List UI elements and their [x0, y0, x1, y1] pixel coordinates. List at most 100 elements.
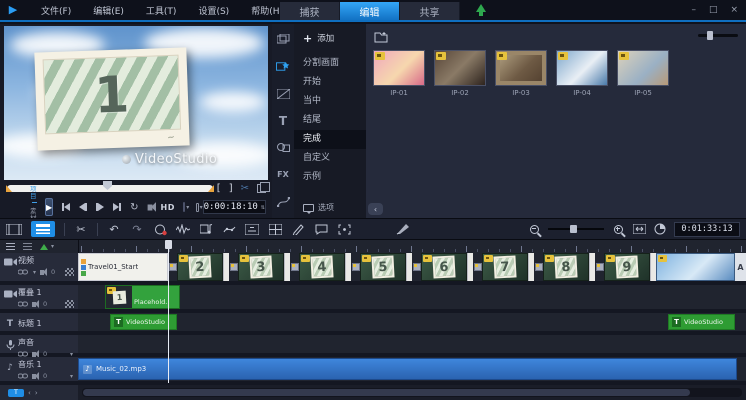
clip-title-2[interactable]: T VideoStudio — [668, 314, 735, 330]
transition-icon[interactable] — [534, 253, 543, 281]
track-transparency-button[interactable] — [396, 221, 410, 237]
clip-title-1[interactable]: T VideoStudio — [110, 314, 177, 330]
import-folder-icon[interactable] — [374, 28, 389, 47]
horizontal-scrollbar[interactable] — [82, 388, 742, 397]
clip-number-6[interactable]: 6 — [421, 253, 467, 281]
transition-icon[interactable] — [412, 253, 421, 281]
music-track[interactable]: ♪ Music_02.mp3 — [78, 357, 746, 383]
upgrade-arrow-icon[interactable] — [476, 4, 486, 12]
painting-creator-button[interactable] — [291, 221, 305, 237]
hd-preview-badge[interactable]: HD — [161, 203, 175, 212]
category-complete[interactable]: 完成 — [294, 130, 366, 149]
transition-icon[interactable] — [473, 253, 482, 281]
track-header-music[interactable]: ♪ 音乐 1 0 ▾ — [0, 357, 78, 383]
clip-music[interactable]: ♪ Music_02.mp3 — [78, 358, 737, 380]
transition-icon[interactable] — [168, 253, 177, 281]
next-frame-button[interactable] — [96, 203, 104, 211]
speech-to-text-button[interactable] — [314, 221, 328, 237]
template-thumbnail[interactable] — [556, 50, 608, 86]
category-ending[interactable]: 结尾 — [294, 111, 366, 130]
template-item[interactable]: IP-01 — [372, 50, 426, 97]
timeline-view-button[interactable] — [31, 221, 55, 237]
track-header-video[interactable]: 视频 ▾ 0 — [0, 253, 78, 283]
motion-tracking-button[interactable] — [222, 221, 236, 237]
prev-frame-button[interactable] — [79, 203, 87, 211]
transparency-icon[interactable] — [65, 268, 74, 276]
split-screen-creator-button[interactable] — [268, 221, 282, 237]
zoom-in-icon[interactable] — [611, 221, 625, 237]
menu-edit[interactable]: 编辑(E) — [84, 2, 133, 19]
thumbnail-size-slider[interactable] — [698, 34, 738, 37]
clip-number-9[interactable]: 9 — [604, 253, 650, 281]
collapse-panel-button[interactable]: ‹ — [368, 203, 383, 215]
storyboard-view-button[interactable] — [6, 221, 22, 237]
instant-project-icon[interactable] — [276, 59, 291, 74]
title-track[interactable]: T VideoStudio T VideoStudio — [78, 313, 746, 333]
scrollbar-thumb[interactable] — [83, 389, 690, 396]
track-volume-icon[interactable] — [32, 374, 36, 379]
template-thumbnail[interactable] — [495, 50, 547, 86]
clip-number-8[interactable]: 8 — [543, 253, 589, 281]
link-icon[interactable] — [18, 301, 28, 307]
go-start-button[interactable] — [62, 203, 70, 211]
subtitle-editor-button[interactable] — [245, 221, 259, 237]
timeline-zoom-slider[interactable] — [548, 228, 604, 230]
display-mode-select[interactable] — [196, 203, 198, 212]
tab-edit[interactable]: 编辑 — [340, 2, 400, 20]
transition-icon[interactable] — [595, 253, 604, 281]
sound-mixer-button[interactable] — [176, 221, 190, 237]
trim-tools-button[interactable]: ✂ — [74, 221, 88, 237]
category-custom[interactable]: 自定义 — [294, 149, 366, 168]
menu-tools[interactable]: 工具(T) — [137, 2, 186, 19]
add-folder-button[interactable]: + 添加 — [294, 24, 366, 44]
slider-knob[interactable] — [707, 31, 713, 40]
volume-button[interactable] — [148, 205, 152, 210]
template-item[interactable]: IP-02 — [433, 50, 487, 97]
template-thumbnail[interactable] — [434, 50, 486, 86]
template-item[interactable]: IP-03 — [494, 50, 548, 97]
repeat-button[interactable]: ↻ — [130, 202, 138, 213]
mark-out-button[interactable]: ] — [229, 183, 233, 194]
tab-capture[interactable]: 捕获 — [280, 2, 340, 20]
scrub-thumb[interactable] — [103, 181, 112, 190]
add-track-button[interactable]: ▾ — [40, 243, 54, 250]
link-icon[interactable] — [18, 373, 28, 379]
category-beginning[interactable]: 开始 — [294, 73, 366, 92]
auto-music-button[interactable] — [199, 221, 213, 237]
fit-project-icon[interactable] — [632, 221, 646, 237]
clip-end-cap[interactable]: A — [735, 253, 746, 281]
slider-knob[interactable] — [570, 225, 577, 233]
menu-settings[interactable]: 设置(S) — [189, 2, 238, 19]
track-volume-icon[interactable] — [32, 352, 36, 357]
transition-icon[interactable] — [351, 253, 360, 281]
clip-number-5[interactable]: 5 — [360, 253, 406, 281]
clip-travel-start[interactable]: Travel01_Start — [78, 253, 168, 281]
timecode-stepper-icon[interactable]: ⇅ — [261, 203, 265, 211]
transition-icon[interactable] — [276, 86, 291, 101]
clip-number-2[interactable]: 2 — [177, 253, 223, 281]
overlay-track[interactable]: 1 Placehold.. — [78, 285, 746, 311]
minimize-button[interactable]: – — [691, 0, 696, 20]
video-track[interactable]: Travel01_Start 2 3 4 5 6 7 8 9 — [78, 253, 746, 283]
play-button[interactable]: ▶ — [45, 198, 53, 216]
playhead[interactable] — [168, 240, 169, 383]
graphic-icon[interactable] — [276, 140, 291, 155]
track-header-overlay[interactable]: 覆叠 1 0 — [0, 285, 78, 311]
track-volume-icon[interactable] — [32, 302, 36, 307]
zoom-out-icon[interactable] — [527, 221, 541, 237]
go-end-button[interactable] — [113, 203, 121, 211]
category-middle[interactable]: 当中 — [294, 92, 366, 111]
maximize-button[interactable]: □ — [709, 0, 718, 20]
category-split-screen[interactable]: 分割画面 — [294, 54, 366, 73]
transition-icon[interactable] — [290, 253, 299, 281]
voice-track[interactable] — [78, 335, 746, 355]
trim-bar[interactable] — [7, 185, 213, 192]
redo-button[interactable]: ↷ — [130, 221, 144, 237]
scroll-left-button[interactable]: ‹ — [28, 389, 31, 397]
media-icon[interactable] — [276, 32, 291, 47]
timeline-ruler[interactable] — [78, 240, 746, 253]
template-item[interactable]: IP-05 — [616, 50, 670, 97]
title-icon[interactable]: T — [276, 113, 291, 128]
ripple-edit-toggle[interactable]: T — [8, 389, 24, 397]
preview-timecode[interactable]: 0:00:18:10⇅ — [203, 200, 266, 214]
